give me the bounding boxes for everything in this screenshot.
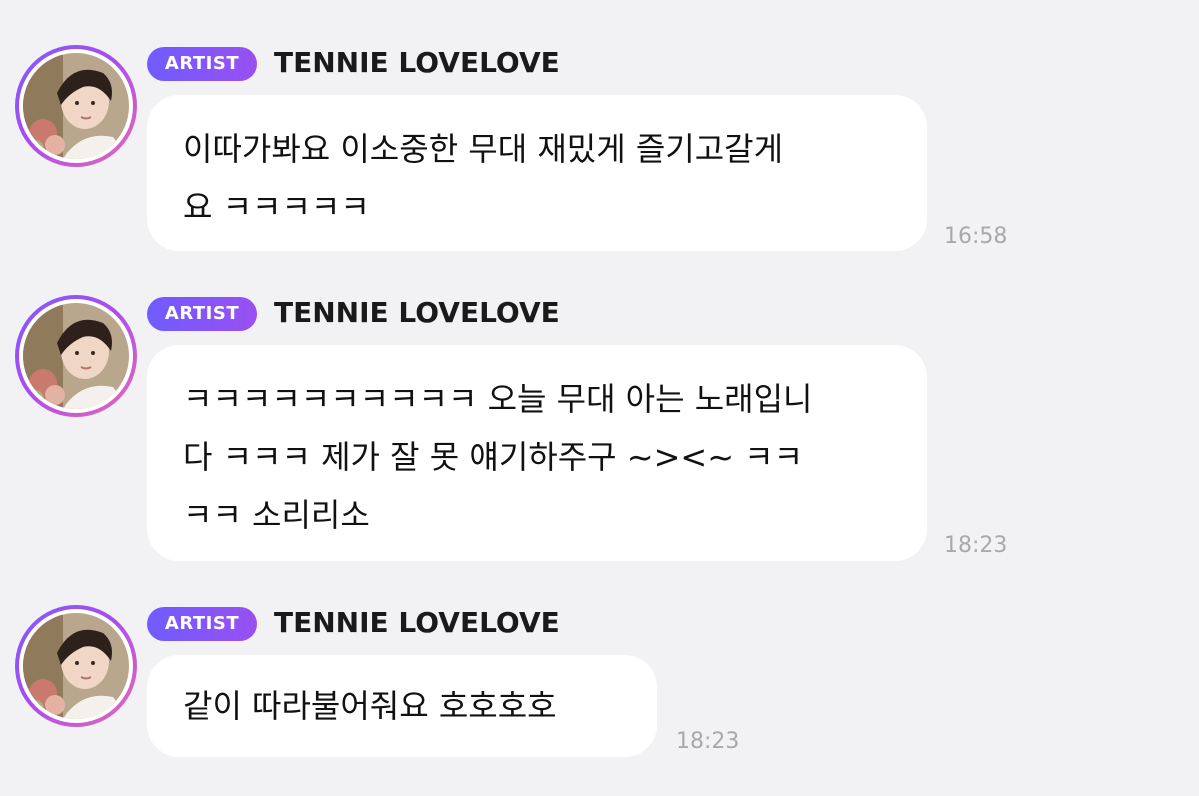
avatar-photo — [23, 53, 129, 159]
artist-badge: ARTIST — [147, 607, 257, 641]
message-timestamp: 16:58 — [944, 224, 1008, 249]
artist-badge: ARTIST — [147, 47, 257, 81]
avatar-photo — [23, 613, 129, 719]
sender-name[interactable]: TENNIE LOVELOVE — [274, 605, 560, 641]
avatar-border — [19, 49, 133, 163]
message-timestamp: 18:23 — [944, 533, 1008, 558]
artist-badge: ARTIST — [147, 297, 257, 331]
avatar[interactable] — [15, 295, 137, 417]
message-timestamp: 18:23 — [676, 729, 740, 754]
message-bubble[interactable]: 이따가봐요 이소중한 무대 재밌게 즐기고갈게 요 ㅋㅋㅋㅋㅋ — [147, 95, 927, 251]
message-bubble[interactable]: 같이 따라불어줘요 호호호호 — [147, 655, 657, 757]
avatar-photo — [23, 303, 129, 409]
avatar[interactable] — [15, 605, 137, 727]
message-bubble[interactable]: ㅋㅋㅋㅋㅋㅋㅋㅋㅋㅋ 오늘 무대 아는 노래입니 다 ㅋㅋㅋ 제가 잘 못 얘기… — [147, 345, 927, 561]
sender-name[interactable]: TENNIE LOVELOVE — [274, 295, 560, 331]
sender-name[interactable]: TENNIE LOVELOVE — [274, 45, 560, 81]
avatar-border — [19, 609, 133, 723]
avatar[interactable] — [15, 45, 137, 167]
avatar-border — [19, 299, 133, 413]
